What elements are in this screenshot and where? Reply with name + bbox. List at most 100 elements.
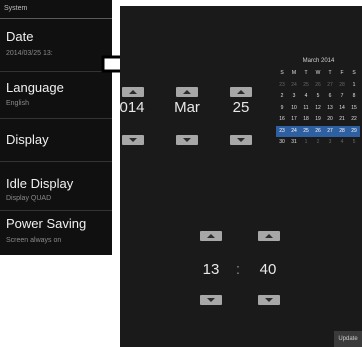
day-decrement-button[interactable]: [230, 135, 252, 145]
settings-header: System: [0, 0, 112, 19]
calendar-day[interactable]: 23: [276, 125, 288, 137]
calendar-weekday: S: [280, 70, 284, 76]
chevron-up-icon: [129, 90, 137, 94]
calendar-day[interactable]: 3: [288, 91, 300, 102]
calendar-day[interactable]: 21: [336, 114, 348, 125]
calendar-day[interactable]: 24: [288, 125, 300, 137]
chevron-up-icon: [183, 90, 191, 94]
settings-item-label: Power Saving: [6, 216, 87, 231]
update-button[interactable]: Update: [334, 331, 362, 347]
calendar-week-row: 9 10 11 12 13 14 15: [275, 103, 362, 114]
calendar-weekday: W: [315, 70, 321, 76]
minute-value[interactable]: 40: [253, 261, 283, 278]
hour-decrement-button[interactable]: [200, 295, 222, 305]
year-value[interactable]: 014: [114, 99, 150, 116]
settings-item-date[interactable]: Date 2014/03/25 13:: [0, 19, 112, 72]
calendar-day[interactable]: 14: [336, 103, 348, 114]
year-increment-button[interactable]: [122, 87, 144, 97]
calendar-week-row: 16 17 18 19 20 21 22: [275, 114, 362, 125]
calendar-day[interactable]: 18: [300, 114, 312, 125]
calendar-weekday-row: SMTWTFS: [275, 68, 362, 79]
chevron-down-icon: [237, 138, 245, 142]
hour-increment-button[interactable]: [200, 231, 222, 241]
calendar-day[interactable]: 5: [312, 91, 324, 102]
chevron-up-icon: [265, 234, 273, 238]
calendar-day[interactable]: 12: [312, 103, 324, 114]
calendar-day[interactable]: 27: [324, 125, 336, 137]
calendar-week-row: 2345678: [275, 91, 362, 102]
chevron-down-icon: [129, 138, 137, 142]
month-decrement-button[interactable]: [176, 135, 198, 145]
calendar-day[interactable]: 25: [300, 80, 312, 91]
calendar-day[interactable]: 1: [300, 137, 312, 148]
settings-item-label: Language: [6, 80, 64, 95]
date-time-picker: 014 Mar 25 13 : 40 March 2014 S M T W T F S 23 2…: [119, 6, 362, 347]
calendar-title: March 2014: [302, 58, 335, 64]
calendar-day[interactable]: 19: [312, 114, 324, 125]
calendar-day[interactable]: 29: [348, 125, 360, 137]
settings-item-power-saving[interactable]: Power Saving Screen always on: [0, 211, 112, 255]
settings-item-value: Screen always on: [6, 237, 62, 244]
calendar-weekday: T: [328, 70, 332, 76]
time-separator: :: [235, 261, 241, 278]
calendar-day[interactable]: 16: [276, 114, 288, 125]
calendar-day[interactable]: 30: [276, 137, 288, 148]
calendar-day[interactable]: 8: [348, 91, 360, 102]
calendar-day[interactable]: 28: [336, 80, 348, 91]
calendar-day[interactable]: 2: [276, 91, 288, 102]
calendar-day[interactable]: 26: [312, 125, 324, 137]
calendar-day[interactable]: 5: [348, 137, 360, 148]
day-value[interactable]: 25: [228, 99, 254, 116]
calendar-day[interactable]: 9: [276, 103, 288, 114]
calendar-day[interactable]: 6: [324, 91, 336, 102]
settings-item-language[interactable]: Language English: [0, 72, 112, 119]
calendar-weekday: M: [291, 70, 297, 76]
settings-item-value: Display QUAD: [6, 195, 52, 202]
month-value[interactable]: Mar: [168, 99, 206, 116]
chevron-up-icon: [237, 90, 245, 94]
minute-increment-button[interactable]: [258, 231, 280, 241]
chevron-down-icon: [183, 138, 191, 142]
calendar-day[interactable]: 24: [288, 80, 300, 91]
calendar-day[interactable]: 23: [276, 80, 288, 91]
chevron-up-icon: [207, 234, 215, 238]
settings-item-label: Display: [6, 132, 49, 147]
settings-item-label: Idle Display: [6, 176, 74, 191]
minute-decrement-button[interactable]: [258, 295, 280, 305]
calendar-day[interactable]: 25: [300, 125, 312, 137]
calendar-week-row: 30 31 1 2 3 4 5: [275, 137, 362, 148]
hour-value[interactable]: 13: [196, 261, 226, 278]
calendar-week-row: 23 24 25 26 27 28 1: [275, 80, 362, 91]
calendar-day[interactable]: 15: [348, 103, 360, 114]
calendar-day[interactable]: 27: [324, 80, 336, 91]
calendar-day[interactable]: 20: [324, 114, 336, 125]
settings-item-value: 2014/03/25 13:: [6, 50, 53, 57]
calendar-day[interactable]: 3: [324, 137, 336, 148]
calendar-day[interactable]: 22: [348, 114, 360, 125]
system-settings-panel: System Date 2014/03/25 13: Language Engl…: [0, 0, 112, 255]
calendar-day[interactable]: 11: [300, 103, 312, 114]
calendar-day[interactable]: 2: [312, 137, 324, 148]
calendar-day[interactable]: 31: [288, 137, 300, 148]
calendar-day[interactable]: 13: [324, 103, 336, 114]
settings-item-idle-display[interactable]: Idle Display Display QUAD: [0, 162, 112, 211]
calendar-day[interactable]: 1: [348, 80, 360, 91]
day-increment-button[interactable]: [230, 87, 252, 97]
settings-item-display[interactable]: Display: [0, 119, 112, 162]
calendar-day[interactable]: 4: [300, 91, 312, 102]
calendar-week-row: 23 24 25 26 27 28 29: [275, 125, 362, 137]
settings-item-value: English: [6, 100, 29, 107]
chevron-down-icon: [207, 298, 215, 302]
chevron-down-icon: [265, 298, 273, 302]
calendar-day[interactable]: 10: [288, 103, 300, 114]
year-decrement-button[interactable]: [122, 135, 144, 145]
settings-item-label: Date: [6, 29, 34, 44]
calendar-day[interactable]: 26: [312, 80, 324, 91]
calendar-weekday: S: [352, 70, 356, 76]
calendar-day[interactable]: 4: [336, 137, 348, 148]
calendar-day[interactable]: 17: [288, 114, 300, 125]
calendar-day[interactable]: 28: [336, 125, 348, 137]
calendar-day[interactable]: 7: [336, 91, 348, 102]
month-increment-button[interactable]: [176, 87, 198, 97]
calendar-weekday: T: [304, 70, 308, 76]
